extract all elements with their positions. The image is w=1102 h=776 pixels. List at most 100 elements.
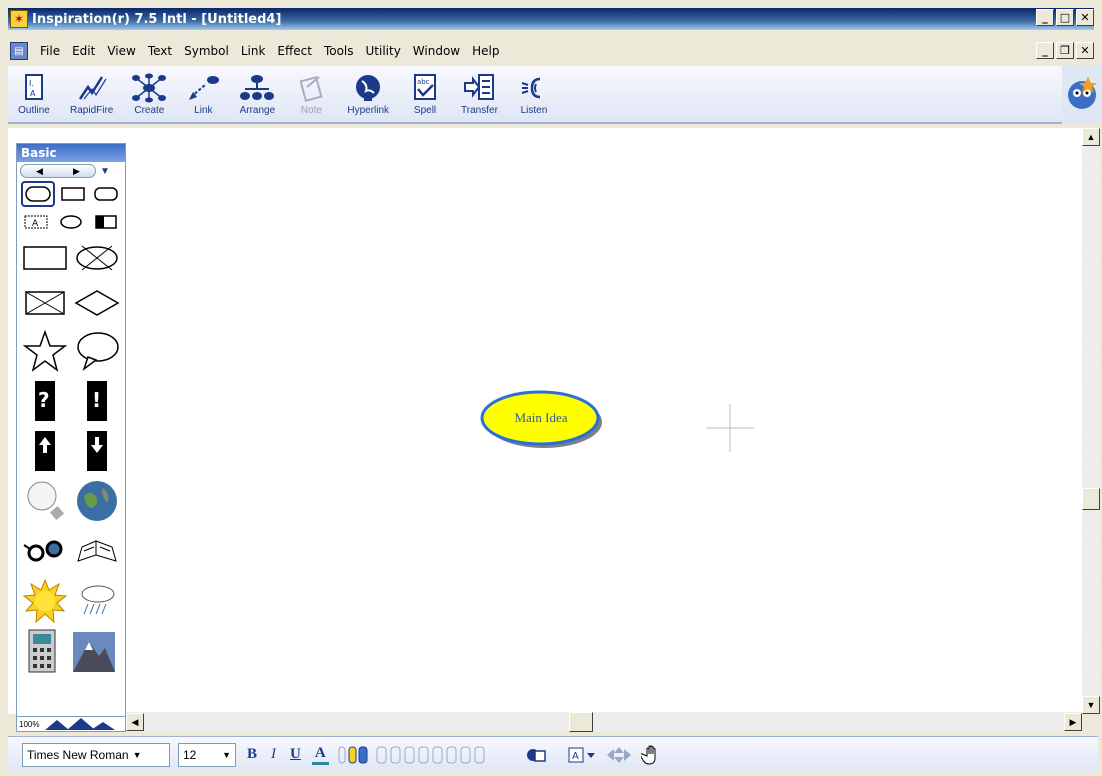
palette-next-icon[interactable]: ▶ <box>73 166 80 177</box>
down-arrow-icon[interactable] <box>85 429 109 473</box>
spell-button[interactable]: abc Spell <box>407 73 443 116</box>
app-icon[interactable]: ✶ <box>10 10 28 28</box>
outline-button[interactable]: I. A Outline <box>16 73 52 116</box>
main-toolbar: I. A Outline RapidFire Create Link Arran… <box>8 66 1082 124</box>
svg-text:!: ! <box>92 388 101 412</box>
menu-help[interactable]: Help <box>466 44 505 58</box>
rain-cloud-icon[interactable] <box>74 578 120 624</box>
light-bulb-icon[interactable] <box>22 478 68 524</box>
rounded-oval-shape-icon[interactable] <box>20 181 55 207</box>
scroll-right-arrow-icon[interactable]: ▶ <box>1064 713 1082 731</box>
palette-library-dropdown-icon[interactable]: ▼ <box>100 166 110 177</box>
palette-row-images-2 <box>17 526 125 576</box>
large-rectangle-shape-icon[interactable] <box>22 243 68 273</box>
font-size-select[interactable]: 12 ▼ <box>178 742 236 767</box>
sun-icon[interactable] <box>22 578 68 624</box>
minimize-button[interactable]: _ <box>1036 9 1054 26</box>
document-icon[interactable]: ▤ <box>10 42 28 60</box>
doc-close-button[interactable]: ✕ <box>1076 42 1094 59</box>
note-button[interactable]: Note <box>293 73 329 116</box>
zoom-control[interactable]: 100% <box>16 716 126 732</box>
menu-text[interactable]: Text <box>142 44 178 58</box>
font-size-value: 12 <box>183 747 197 762</box>
transfer-button[interactable]: Transfer <box>461 73 498 116</box>
font-family-select[interactable]: Times New Roman ▼ <box>22 742 170 767</box>
listen-button[interactable]: Listen <box>516 73 552 116</box>
earth-globe-icon[interactable] <box>74 478 120 524</box>
rectangle-shape-icon[interactable] <box>60 183 86 205</box>
hyperlink-label: Hyperlink <box>347 105 390 116</box>
hand-pan-icon[interactable] <box>640 744 663 766</box>
menu-utility[interactable]: Utility <box>360 44 407 58</box>
up-arrow-icon[interactable] <box>33 429 57 473</box>
maximize-button[interactable]: □ <box>1056 9 1074 26</box>
cloud-shape-icon[interactable] <box>58 211 84 233</box>
palette-row-images-4 <box>17 626 125 676</box>
exclamation-mark-icon[interactable]: ! <box>85 379 109 423</box>
palette-row-shapes-5 <box>17 326 125 376</box>
bold-button[interactable]: B <box>244 746 260 763</box>
symbol-palette: Basic ◀ ▶ ▼ A ? ! <box>16 143 126 721</box>
close-button[interactable]: ✕ <box>1076 9 1094 26</box>
scroll-up-arrow-icon[interactable]: ▲ <box>1082 128 1100 146</box>
menu-window[interactable]: Window <box>407 44 466 58</box>
doc-minimize-button[interactable]: _ <box>1036 42 1054 59</box>
menu-effect[interactable]: Effect <box>271 44 318 58</box>
hyperlink-button[interactable]: Hyperlink <box>347 73 389 116</box>
spell-icon: abc <box>414 74 437 100</box>
text-box-shape-icon[interactable]: A <box>23 211 49 233</box>
arrange-button[interactable]: Arrange <box>239 73 275 116</box>
palette-row-shapes-6: ? ! <box>17 376 125 426</box>
palette-row-images-3 <box>17 576 125 626</box>
menu-view[interactable]: View <box>101 44 141 58</box>
scroll-down-arrow-icon[interactable]: ▼ <box>1082 696 1100 714</box>
speech-bubble-shape-icon[interactable] <box>74 329 120 373</box>
mascot-button[interactable] <box>1062 66 1102 124</box>
main-idea-symbol[interactable]: Main Idea <box>480 390 610 460</box>
transfer-label: Transfer <box>461 105 498 116</box>
crossed-rectangle-shape-icon[interactable] <box>22 288 68 318</box>
horizontal-scroll-thumb[interactable] <box>569 712 593 732</box>
create-button[interactable]: Create <box>131 73 167 116</box>
rounded-rectangle-shape-icon[interactable] <box>93 183 119 205</box>
crossed-oval-shape-icon[interactable] <box>74 243 120 273</box>
menu-file[interactable]: File <box>34 44 66 58</box>
svg-text:A: A <box>30 89 36 98</box>
open-book-icon[interactable] <box>74 531 120 571</box>
palette-nav: ◀ ▶ ▼ <box>17 162 125 180</box>
half-filled-rectangle-icon[interactable] <box>93 211 119 233</box>
underline-button[interactable]: U <box>287 746 304 763</box>
horizontal-scrollbar[interactable]: ◀ ▶ <box>126 712 1082 732</box>
scroll-left-arrow-icon[interactable]: ◀ <box>126 713 144 731</box>
star-shape-icon[interactable] <box>22 329 68 373</box>
mountain-icon[interactable] <box>71 628 117 674</box>
diamond-shape-icon[interactable] <box>74 288 120 318</box>
symbol-style-icon[interactable] <box>525 745 547 765</box>
eyeglasses-icon[interactable] <box>22 531 68 571</box>
svg-text:I.: I. <box>29 79 34 88</box>
doc-restore-button[interactable]: ❐ <box>1056 42 1074 59</box>
menu-link[interactable]: Link <box>235 44 272 58</box>
title-bar[interactable]: ✶ Inspiration(r) 7.5 Intl - [Untitled4] … <box>8 8 1094 30</box>
vertical-scroll-thumb[interactable] <box>1082 488 1100 510</box>
calculator-icon[interactable] <box>25 628 59 674</box>
font-family-value: Times New Roman <box>27 747 129 762</box>
rapidfire-button[interactable]: RapidFire <box>70 73 113 116</box>
move-arrows-icon[interactable] <box>605 745 633 765</box>
line-thickness-icons[interactable] <box>337 745 517 765</box>
note-label: Note <box>300 105 322 116</box>
palette-prev-icon[interactable]: ◀ <box>36 166 43 177</box>
italic-button[interactable]: I <box>268 746 279 763</box>
menu-symbol[interactable]: Symbol <box>178 44 235 58</box>
palette-row-shapes-1 <box>17 180 125 208</box>
transfer-icon <box>464 74 495 100</box>
menu-tools[interactable]: Tools <box>318 44 360 58</box>
create-icon <box>132 73 167 103</box>
question-mark-icon[interactable]: ? <box>33 379 57 423</box>
menu-bar: ▤ File Edit View Text Symbol Link Effect… <box>8 40 1094 62</box>
vertical-scrollbar[interactable]: ▲ ▼ <box>1082 128 1100 714</box>
text-color-button[interactable]: A <box>311 745 329 765</box>
link-button[interactable]: Link <box>185 73 221 116</box>
menu-edit[interactable]: Edit <box>66 44 101 58</box>
text-box-style-icon[interactable]: A <box>567 745 597 765</box>
